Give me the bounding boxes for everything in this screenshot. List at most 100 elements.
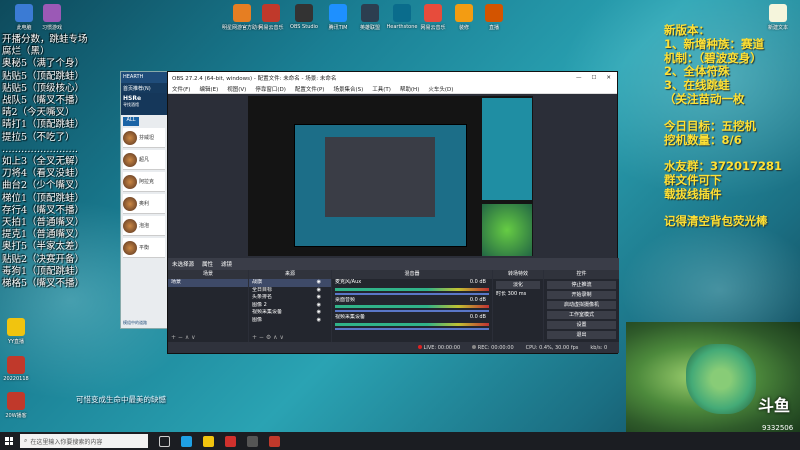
overlay-score-line: 梯格5（嘴叉不播） <box>2 278 85 290</box>
desktop-icon[interactable]: 20220118 <box>0 356 36 382</box>
maximize-icon[interactable]: ☐ <box>591 75 596 81</box>
source-item[interactable]: 头条排名 ◉ <box>249 294 331 302</box>
record-icon[interactable] <box>269 435 280 447</box>
source-name: 头条排名 <box>252 294 273 300</box>
volume-meter <box>335 305 489 308</box>
hearth-title: HEARTH <box>121 72 167 83</box>
eye-icon[interactable]: ◉ <box>317 279 321 287</box>
overlay-score-line: 曲台2（少个嘴叉） <box>2 180 85 192</box>
hearth-footer: 模组中的道路 <box>123 320 147 325</box>
overlay-info-line: 新版本： <box>664 23 710 37</box>
desktop-icon-label: YY直播 <box>7 339 25 345</box>
close-icon[interactable]: ✕ <box>606 75 611 81</box>
mixer-track: 麦克风/Aux 0.0 dB <box>332 279 492 295</box>
desktop-icon[interactable]: 20W播客 <box>0 392 36 419</box>
control-button[interactable]: 停止推流 <box>547 281 616 289</box>
text-file-icon <box>769 4 787 22</box>
obs-menu-item[interactable]: 停靠窗口(D) <box>255 85 286 93</box>
desktop-icon[interactable]: 习惯游戏 <box>32 4 72 31</box>
source-item[interactable]: 图像 ◉ <box>249 317 331 325</box>
control-button[interactable]: 设置 <box>547 321 616 329</box>
source-bar-button[interactable]: 滤镜 <box>221 260 232 268</box>
obs-menu-item[interactable]: 视图(V) <box>227 85 246 93</box>
task-view-icon[interactable] <box>159 435 170 447</box>
mixer-track-name: 麦克风/Aux <box>335 279 362 285</box>
card-portrait-icon <box>123 218 137 233</box>
hearth-card-name: 平衡 <box>139 245 150 251</box>
obs-statusbar: LIVE: 00:00:00 REC: 00:00:00 CPU: 0.4%, … <box>168 342 619 353</box>
desktop-icon[interactable]: YY直播 <box>0 318 36 345</box>
source-item[interactable]: 视频采集设备 ◉ <box>249 309 331 317</box>
eye-icon[interactable]: ◉ <box>317 317 321 325</box>
dock-scenes-header: 场景 <box>168 270 248 279</box>
hearth-card[interactable]: 超凡 <box>123 150 165 170</box>
card-portrait-icon <box>123 130 137 145</box>
overlay-score-line: 腐烂（黑） <box>2 46 50 58</box>
hearth-card[interactable]: 平衡 <box>123 238 165 258</box>
source-item[interactable]: 全日目标 ◉ <box>249 287 331 295</box>
eye-icon[interactable]: ◉ <box>317 302 321 310</box>
taskbar-search[interactable]: ⌕ 在这里输入你要搜索的内容 <box>20 434 148 448</box>
mixer-track: 视频采集设备 0.0 dB <box>332 314 492 330</box>
obs-menu-item[interactable]: 文件(F) <box>172 85 190 93</box>
overlay-info-line: 记得清空背包荧光棒 <box>664 213 768 228</box>
hearth-card[interactable]: 泡泡 <box>123 216 165 236</box>
desktop-icon[interactable]: 直播 <box>474 4 514 31</box>
douyu-logo: 斗鱼 <box>758 396 791 415</box>
start-button[interactable] <box>0 432 18 450</box>
minimize-icon[interactable]: — <box>576 75 582 81</box>
obs-icon[interactable] <box>247 435 258 447</box>
control-button[interactable]: 启动虚拟摄像机 <box>547 301 616 309</box>
overlay-score-line: 如上3（全叉无解） <box>2 156 85 168</box>
source-name: 图像 2 <box>252 301 267 308</box>
hearth-filter-all[interactable]: ALL <box>123 117 139 126</box>
dock-transitions: 转场特效 淡化 时长 300 ms <box>493 270 543 343</box>
overlay-score-line: 梯位1（顶配跳蛙） <box>2 192 85 204</box>
netease-icon[interactable] <box>225 435 236 447</box>
card-portrait-icon <box>123 152 137 167</box>
mixer-track: 桌面音频 0.0 dB <box>332 297 492 312</box>
obs-window[interactable]: OBS 27.2.4 (64-bit, windows) - 配置文件: 未命名… <box>167 71 619 354</box>
volume-slider[interactable] <box>335 310 489 312</box>
obs-menu-item[interactable]: 工具(T) <box>372 85 391 93</box>
hearth-tracker-window[interactable]: HEARTH 首页推荐(N) HSRe 寻找酒馆 ALL 芬威坦 超凡 阿拉克 奥利泡… <box>120 71 168 329</box>
control-button[interactable]: 开始录制 <box>547 291 616 299</box>
eye-icon[interactable]: ◉ <box>317 309 321 317</box>
app-icon <box>262 4 280 22</box>
source-item[interactable]: 图像 2 ◉ <box>249 302 331 310</box>
source-name: 图像 <box>252 316 263 323</box>
preview-info-overlay <box>482 98 532 200</box>
obs-source-bar: 未选择源 属性 滤镜 <box>168 258 619 270</box>
obs-preview[interactable] <box>248 96 533 256</box>
hearth-nav[interactable]: 首页推荐(N) <box>121 83 167 93</box>
obs-menu-item[interactable]: 编辑(E) <box>199 85 218 93</box>
obs-menu-item[interactable]: 配置文件(P) <box>295 85 325 93</box>
hearth-card[interactable]: 芬威坦 <box>123 128 165 148</box>
scene-item[interactable]: 场景 <box>168 279 248 287</box>
obs-menu-item[interactable]: 场景集合(S) <box>333 85 363 93</box>
obs-menu-item[interactable]: 火车头(D) <box>428 85 453 93</box>
control-button[interactable]: 退出 <box>547 331 616 339</box>
overlay-score-line: 晴打1（顶配跳蛙） <box>2 119 85 131</box>
overlay-score-line: 贴贴2（决赛开备） <box>2 253 85 265</box>
hearth-card[interactable]: 奥利 <box>123 194 165 214</box>
hearth-card-name: 阿拉克 <box>139 179 155 185</box>
transition-duration[interactable]: 时长 300 ms <box>493 291 543 299</box>
preview-nested-screen <box>325 137 435 217</box>
volume-slider[interactable] <box>335 292 489 295</box>
obs-titlebar[interactable]: OBS 27.2.4 (64-bit, windows) - 配置文件: 未命名… <box>168 72 617 84</box>
edge-icon[interactable] <box>181 435 192 447</box>
dock-mixer-header: 混音器 <box>332 270 492 279</box>
explorer-icon[interactable] <box>203 435 214 447</box>
overlay-score-line: 存行4（嘴叉不播） <box>2 204 85 216</box>
source-item[interactable]: 战旗 ◉ <box>249 279 331 287</box>
source-bar-button[interactable]: 属性 <box>202 260 213 268</box>
transition-select[interactable]: 淡化 <box>496 281 540 289</box>
obs-menu-item[interactable]: 帮助(H) <box>400 85 419 93</box>
hearth-card[interactable]: 阿拉克 <box>123 172 165 192</box>
eye-icon[interactable]: ◉ <box>317 287 321 295</box>
eye-icon[interactable]: ◉ <box>317 294 321 302</box>
control-button[interactable]: 工作室模式 <box>547 311 616 319</box>
obs-docks: 场景 场景 + − ∧ ∨ 来源 战旗 ◉ 全日目标 ◉ 头条排名 ◉ 图像 2 ◉ 视… <box>168 270 619 343</box>
volume-slider[interactable] <box>335 327 489 330</box>
